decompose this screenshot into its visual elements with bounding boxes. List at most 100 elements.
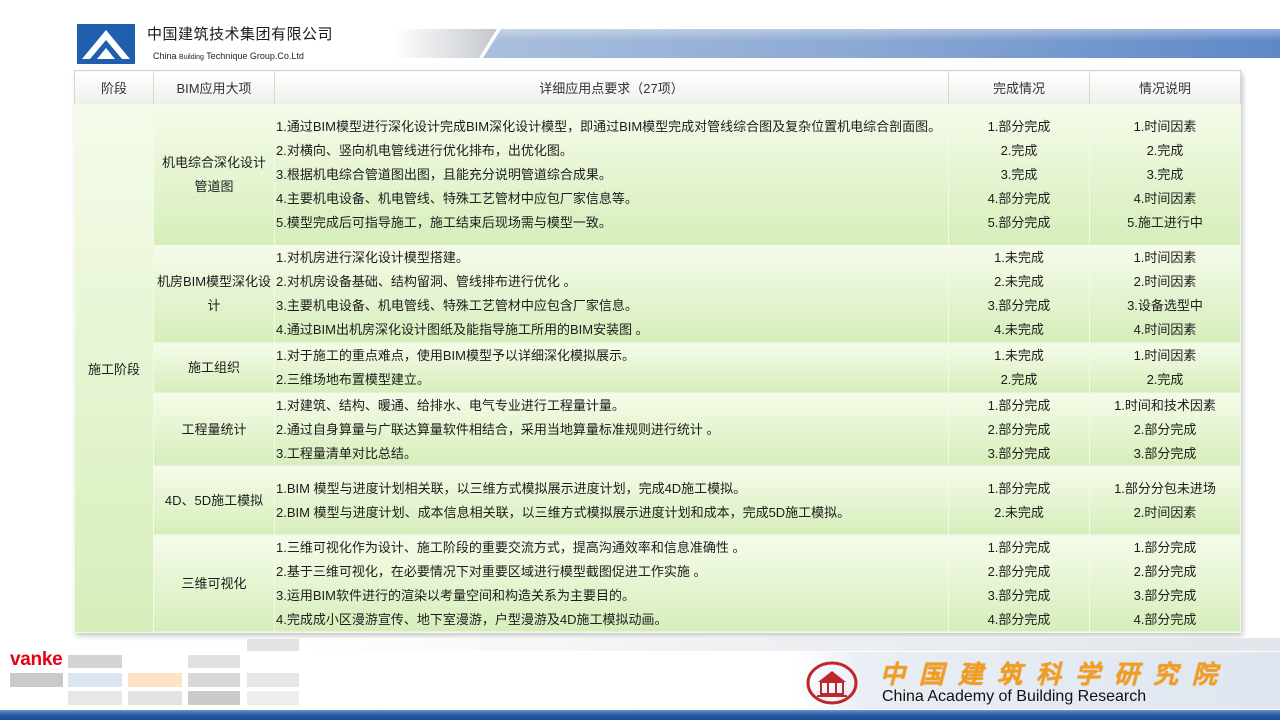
- detail-item: 1.对机房进行深化设计模型搭建。: [276, 250, 469, 265]
- status-cell: 1.部分完成 2.未完成: [948, 465, 1090, 536]
- academy-name-en: China Academy of Building Research: [882, 688, 1147, 705]
- table-row: 4D、5D施工模拟 1.BIM 模型与进度计划相关联，以三维方式模拟展示进度计划…: [75, 465, 1241, 536]
- company-name-cn: 中国建筑技术集团有限公司: [147, 26, 334, 43]
- detail-item: 1.对建筑、结构、暖通、给排水、电气专业进行工程量计量。: [276, 397, 625, 413]
- status-item: 3.部分完成: [987, 587, 1051, 603]
- detail-item: 1.对于施工的重点难点，使用BIM模型予以详细深化模拟展示。: [276, 348, 635, 363]
- table-row: 工程量统计 1.对建筑、结构、暖通、给排水、电气专业进行工程量计量。 2.通过自…: [75, 392, 1241, 467]
- decor-block: [247, 673, 299, 687]
- column-header-note: 情况说明: [1089, 70, 1241, 106]
- detail-item: 4.通过BIM出机房深化设计图纸及能指导施工所用的BIM安装图 。: [276, 322, 649, 337]
- detail-item: 1.通过BIM模型进行深化设计完成BIM深化设计模型，即通过BIM模型完成对管线…: [276, 119, 942, 135]
- detail-item: 4.完成成小区漫游宣传、地下室漫游，户型漫游及4D施工模拟动画。: [276, 611, 668, 627]
- note-cell: 1.时间和技术因素 2.部分完成 3.部分完成: [1089, 392, 1241, 467]
- detail-cell: 1.三维可视化作为设计、施工阶段的重要交流方式，提高沟通效率和信息准确性 。 2…: [274, 534, 949, 633]
- company-name-en: China Building Technique Group.Co.Ltd: [153, 50, 304, 64]
- table-row: 施工阶段 机电综合深化设计管道图 1.通过BIM模型进行深化设计完成BIM深化设…: [74, 104, 1241, 633]
- company-name-en-part: China: [153, 51, 177, 61]
- status-cell: 1.部分完成 2.完成 3.完成 4.部分完成 5.部分完成: [948, 104, 1090, 246]
- note-item: 2.完成: [1146, 143, 1184, 159]
- status-item: 5.部分完成: [987, 215, 1051, 231]
- status-item: 2.完成: [1000, 143, 1038, 159]
- category-label: 4D、5D施工模拟: [164, 492, 264, 508]
- category-cell: 三维可视化: [153, 534, 275, 633]
- bottom-bar: [0, 710, 1280, 720]
- note-item: 2.完成: [1146, 372, 1184, 387]
- note-item: 1.部分分包未进场: [1114, 480, 1216, 496]
- detail-item: 5.模型完成后可指导施工，施工结束后现场需与模型一致。: [276, 215, 612, 231]
- decor-block: [188, 691, 240, 705]
- note-item: 3.部分完成: [1133, 587, 1197, 603]
- note-item: 3.部分完成: [1133, 445, 1197, 461]
- detail-cell: 1.BIM 模型与进度计划相关联，以三维方式模拟展示进度计划，完成4D施工模拟。…: [274, 465, 949, 536]
- detail-item: 4.主要机电设备、机电管线、特殊工艺管材中应包厂家信息等。: [276, 191, 638, 207]
- category-label: 机房BIM模型深化设计: [156, 274, 272, 313]
- decor-block: [247, 691, 299, 705]
- company-logo-icon: [77, 24, 135, 64]
- status-item: 4.部分完成: [987, 611, 1051, 627]
- status-item: 1.未完成: [994, 348, 1044, 363]
- note-item: 2.部分完成: [1133, 563, 1197, 579]
- decor-block: [247, 639, 299, 651]
- note-item: 1.时间和技术因素: [1114, 397, 1216, 413]
- status-item: 2.未完成: [994, 504, 1044, 520]
- note-item: 3.设备选型中: [1127, 298, 1203, 313]
- category-cell: 4D、5D施工模拟: [153, 465, 275, 536]
- status-item: 1.部分完成: [987, 480, 1051, 496]
- table-row: 机房BIM模型深化设计 1.对机房进行深化设计模型搭建。 2.对机房设备基础、结…: [75, 244, 1241, 344]
- status-item: 1.部分完成: [987, 119, 1051, 135]
- decor-block: [188, 655, 240, 668]
- stage-label: 施工阶段: [87, 362, 140, 378]
- category-label: 施工组织: [187, 360, 240, 375]
- detail-cell: 1.对机房进行深化设计模型搭建。 2.对机房设备基础、结构留洞、管线排布进行优化…: [274, 244, 949, 344]
- category-label: 机电综合深化设计管道图: [161, 155, 266, 195]
- detail-item: 1.BIM 模型与进度计划相关联，以三维方式模拟展示进度计划，完成4D施工模拟。: [276, 480, 747, 496]
- note-item: 1.部分完成: [1133, 539, 1197, 555]
- detail-item: 2.对机房设备基础、结构留洞、管线排布进行优化 。: [276, 274, 577, 289]
- column-header-category: BIM应用大项: [153, 70, 275, 106]
- note-item: 5.施工进行中: [1127, 215, 1203, 231]
- note-item: 1.时间因素: [1133, 348, 1197, 363]
- detail-item: 2.三维场地布置模型建立。: [276, 372, 430, 387]
- detail-item: 2.通过自身算量与广联达算量软件相结合，采用当地算量标准规则进行统计 。: [276, 421, 720, 437]
- note-item: 3.完成: [1146, 167, 1184, 183]
- category-cell: 施工组织: [153, 342, 275, 394]
- note-item: 1.时间因素: [1133, 119, 1197, 135]
- status-cell: 1.部分完成 2.部分完成 3.部分完成: [948, 392, 1090, 467]
- note-cell: 1.部分分包未进场 2.时间因素: [1089, 465, 1241, 536]
- status-cell: 1.未完成 2.完成: [948, 342, 1090, 394]
- decor-block: [128, 691, 182, 705]
- decor-block: [188, 673, 240, 687]
- status-item: 4.部分完成: [987, 191, 1051, 207]
- header-banner: [395, 29, 1280, 58]
- company-name-en-part: Technique Group.Co.Ltd: [206, 51, 304, 61]
- detail-cell: 1.对于施工的重点难点，使用BIM模型予以详细深化模拟展示。 2.三维场地布置模…: [274, 342, 949, 394]
- decor-block: [68, 673, 122, 687]
- note-item: 4.时间因素: [1133, 322, 1197, 337]
- vanke-logo: vanke: [10, 649, 63, 670]
- note-cell: 1.时间因素 2.完成 3.完成 4.时间因素 5.施工进行中: [1089, 104, 1241, 246]
- note-item: 4.部分完成: [1133, 611, 1197, 627]
- status-cell: 1.部分完成 2.部分完成 3.部分完成 4.部分完成: [948, 534, 1090, 633]
- note-item: 2.时间因素: [1133, 504, 1197, 520]
- status-cell: 1.未完成 2.未完成 3.部分完成 4.未完成: [948, 244, 1090, 344]
- detail-item: 3.根据机电综合管道图出图，且能充分说明管道综合成果。: [276, 167, 612, 183]
- table-row: 施工组织 1.对于施工的重点难点，使用BIM模型予以详细深化模拟展示。 2.三维…: [75, 342, 1241, 394]
- note-cell: 1.部分完成 2.部分完成 3.部分完成 4.部分完成: [1089, 534, 1241, 633]
- status-item: 3.部分完成: [987, 445, 1051, 461]
- decor-block: [128, 673, 182, 687]
- note-cell: 1.时间因素 2.完成: [1089, 342, 1241, 394]
- status-item: 1.部分完成: [987, 539, 1051, 555]
- category-cell: 机电综合深化设计管道图: [153, 104, 275, 246]
- footer-divider: [300, 638, 1280, 651]
- status-item: 4.未完成: [994, 322, 1044, 337]
- status-item: 2.部分完成: [987, 421, 1051, 437]
- column-header-status: 完成情况: [948, 70, 1090, 106]
- category-cell: 工程量统计: [153, 392, 275, 467]
- stage-cell: 施工阶段: [74, 104, 154, 633]
- table-header-row: 阶段 BIM应用大项 详细应用点要求（27项） 完成情况 情况说明: [74, 70, 1241, 106]
- note-item: 2.时间因素: [1133, 274, 1197, 289]
- note-item: 2.部分完成: [1133, 421, 1197, 437]
- note-item: 1.时间因素: [1133, 250, 1197, 265]
- company-name-en-part: Building: [179, 54, 204, 61]
